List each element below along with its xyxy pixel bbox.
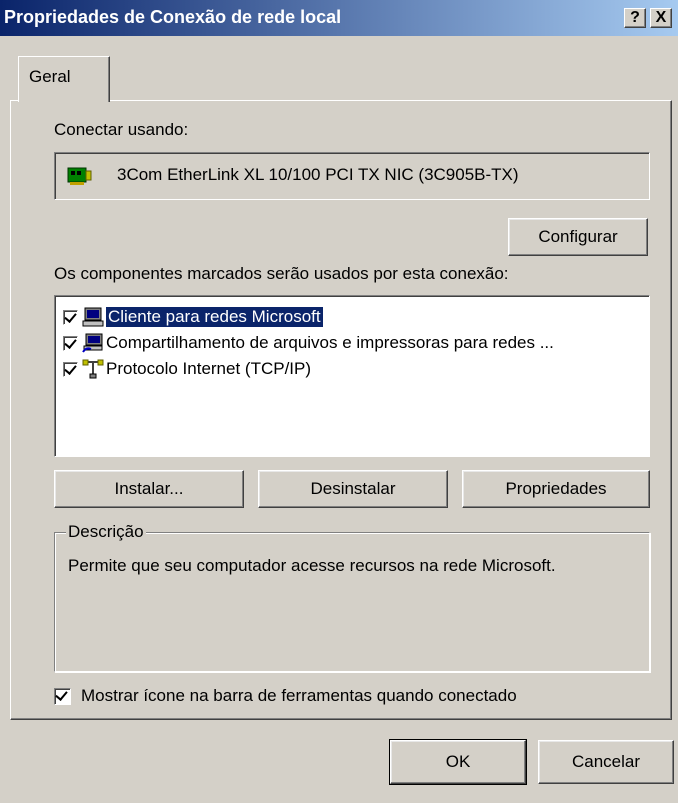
list-item[interactable]: Protocolo Internet (TCP/IP) [63,356,311,382]
component-label: Protocolo Internet (TCP/IP) [106,359,312,378]
install-button[interactable]: Instalar... [54,470,244,508]
component-checkbox[interactable] [63,335,78,351]
description-legend: Descrição [66,522,146,542]
network-card-icon [67,167,92,185]
tab-geral[interactable]: Geral [18,56,110,102]
network-protocol-icon [82,359,104,379]
window-title: Propriedades de Conexão de rede local [4,7,342,27]
component-checkbox[interactable] [63,309,78,325]
description-text: Permite que seu computador acesse recurs… [68,556,556,575]
show-icon-label: Mostrar ícone na barra de ferramentas qu… [81,686,517,705]
list-item[interactable]: Cliente para redes Microsoft [63,304,324,330]
properties-dialog: Propriedades de Conexão de rede local ? … [0,0,678,803]
shared-computer-icon [82,333,103,353]
close-button[interactable]: X [650,8,672,28]
ok-button[interactable]: OK [389,739,527,785]
list-item[interactable]: Compartilhamento de arquivos e impressor… [63,330,554,356]
components-label: Os componentes marcados serão usados por… [54,264,509,283]
component-label: Compartilhamento de arquivos e impressor… [106,333,554,352]
connect-using-label: Conectar usando: [54,120,189,139]
adapter-name: 3Com EtherLink XL 10/100 PCI TX NIC (3C9… [117,165,519,184]
help-button[interactable]: ? [624,8,646,28]
title-bar[interactable]: Propriedades de Conexão de rede local ? … [0,0,678,36]
uninstall-button[interactable]: Desinstalar [258,470,448,508]
component-label: Cliente para redes Microsoft [105,306,324,328]
configure-button[interactable]: Configurar [508,218,648,256]
cancel-button[interactable]: Cancelar [538,740,674,784]
tab-label: Geral [29,67,71,86]
description-group [54,532,650,672]
properties-button[interactable]: Propriedades [462,470,650,508]
show-icon-option[interactable]: Mostrar ícone na barra de ferramentas qu… [54,686,517,706]
components-list[interactable]: Cliente para redes Microsoft Compartilha… [54,295,650,457]
computer-icon [82,307,104,327]
component-checkbox[interactable] [63,361,78,377]
adapter-box: 3Com EtherLink XL 10/100 PCI TX NIC (3C9… [54,152,650,200]
show-icon-checkbox[interactable] [54,687,71,705]
